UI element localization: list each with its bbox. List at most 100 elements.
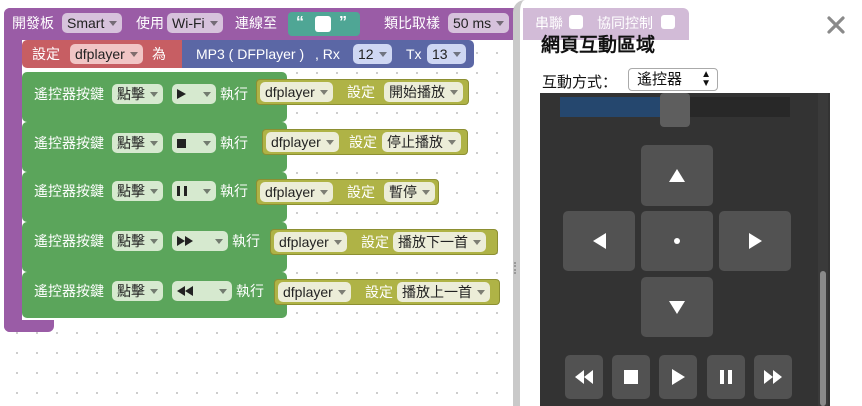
sampling-dropdown[interactable]: 50 ms (448, 13, 510, 33)
rx-label: , Rx (315, 46, 340, 62)
remote-button-block[interactable]: 遙控器按鍵 點擊 執行 (22, 222, 287, 272)
right-button[interactable] (719, 211, 791, 271)
tx-dropdown[interactable]: 13 (427, 44, 466, 64)
event-dropdown[interactable]: 點擊 (112, 84, 163, 104)
dfplayer-target-dropdown[interactable]: dfplayer (274, 232, 347, 252)
board-label: 開發板 (12, 15, 54, 31)
up-button[interactable] (641, 145, 713, 206)
rewind-button[interactable] (565, 355, 603, 399)
connect-label: 連線至 (235, 15, 277, 31)
slider-track[interactable] (560, 93, 790, 127)
right-arrow-icon (748, 233, 762, 249)
center-button[interactable] (641, 211, 713, 271)
text-string-block[interactable]: “ ” (288, 12, 360, 36)
pause-icon (720, 370, 732, 384)
remote-button-block[interactable]: 遙控器按鍵 點擊 執行 (22, 122, 287, 172)
remote-key-dropdown[interactable] (172, 84, 216, 104)
text-input[interactable] (315, 16, 331, 32)
remote-scrollbar-thumb[interactable] (820, 271, 826, 406)
rx-dropdown[interactable]: 12 (353, 44, 392, 64)
use-label: 使用 (136, 15, 164, 31)
down-button[interactable] (641, 277, 713, 337)
sync-checkbox[interactable] (661, 15, 675, 29)
quote-close: ” (339, 14, 347, 31)
exec-label: 執行 (220, 86, 248, 102)
sampling-label: 類比取樣 (384, 15, 440, 31)
web-interaction-panel: 串聯 協同控制 網頁互動區域 互動方式： 遙控器 ▲ ▼ (513, 0, 862, 406)
remote-label: 遙控器按鍵 (34, 135, 104, 151)
event-dropdown[interactable]: 點擊 (112, 231, 163, 251)
mode-select[interactable]: 遙控器 ▲ ▼ (628, 68, 718, 91)
rewind-icon (177, 286, 185, 296)
dfplayer-action-block[interactable]: dfplayer 設定 停止播放 (262, 129, 468, 155)
set-label: 設定 (349, 134, 377, 150)
as-label: 為 (152, 46, 166, 62)
set-label: 設定 (32, 46, 60, 62)
tx-label: Tx (406, 46, 422, 62)
remote-key-dropdown[interactable] (172, 281, 232, 301)
remote-key-dropdown[interactable] (172, 231, 228, 251)
dfplayer-target-dropdown[interactable]: dfplayer (266, 132, 339, 152)
event-dropdown[interactable]: 點擊 (112, 133, 163, 153)
dfplayer-action-block[interactable]: dfplayer 設定 暫停 (256, 179, 439, 205)
down-arrow-icon (669, 300, 685, 314)
fast-forward-icon (764, 370, 782, 384)
board-dropdown[interactable]: Smart (62, 13, 123, 33)
fast-forward-icon (177, 236, 185, 246)
dfplayer-action-block[interactable]: dfplayer 設定 播放下一首 (270, 229, 498, 255)
remote-button-block[interactable]: 遙控器按鍵 點擊 執行 (22, 272, 287, 318)
remote-key-dropdown[interactable] (172, 133, 216, 153)
set-label: 設定 (347, 84, 375, 100)
left-arrow-icon (592, 233, 606, 249)
remote-button-block[interactable]: 遙控器按鍵 點擊 執行 (22, 172, 287, 222)
action-dropdown[interactable]: 開始播放 (384, 82, 463, 102)
dfplayer-target-dropdown[interactable]: dfplayer (278, 282, 351, 302)
dfplayer-target-dropdown[interactable]: dfplayer (260, 82, 333, 102)
action-dropdown[interactable]: 播放下一首 (393, 232, 486, 252)
mode-select-value: 遙控器 (637, 71, 683, 88)
remote-body (540, 93, 830, 406)
action-dropdown[interactable]: 停止播放 (382, 132, 461, 152)
event-dropdown[interactable]: 點擊 (112, 281, 163, 301)
stop-button[interactable] (612, 355, 650, 399)
event-dropdown[interactable]: 點擊 (112, 181, 163, 201)
play-icon (671, 369, 685, 385)
remote-button-block[interactable]: 遙控器按鍵 點擊 執行 (22, 72, 287, 122)
set-label: 設定 (347, 184, 375, 200)
play-button[interactable] (659, 355, 697, 399)
stop-icon (177, 139, 186, 148)
variable-dropdown[interactable]: dfplayer (70, 44, 143, 64)
remote-key-dropdown[interactable] (172, 181, 216, 201)
rewind-icon (575, 370, 593, 384)
dfplayer-action-block[interactable]: dfplayer 設定 開始播放 (256, 79, 469, 105)
action-dropdown[interactable]: 播放上一首 (397, 282, 490, 302)
dfplayer-target-dropdown[interactable]: dfplayer (260, 182, 333, 202)
set-label: 設定 (365, 284, 393, 300)
left-button[interactable] (563, 211, 635, 271)
remote-scrollbar[interactable] (818, 93, 828, 406)
remote-label: 遙控器按鍵 (34, 86, 104, 102)
exec-label: 執行 (220, 135, 248, 151)
dfplayer-action-block[interactable]: dfplayer 設定 播放上一首 (274, 279, 500, 305)
stop-icon (624, 370, 638, 384)
set-variable-block[interactable]: 設定 dfplayer 為 (22, 40, 182, 68)
up-arrow-icon (669, 169, 685, 182)
remote-label: 遙控器按鍵 (34, 183, 104, 199)
exec-label: 執行 (236, 283, 264, 299)
slider-fill (560, 97, 660, 117)
fast-forward-button[interactable] (754, 355, 792, 399)
remote-label: 遙控器按鍵 (34, 283, 104, 299)
action-dropdown[interactable]: 暫停 (384, 182, 435, 202)
connection-dropdown[interactable]: Wi-Fi (167, 13, 223, 33)
pause-button[interactable] (707, 355, 745, 399)
slider-thumb[interactable] (660, 93, 690, 127)
mode-label: 互動方式： (542, 74, 618, 91)
close-icon[interactable] (825, 14, 847, 36)
blockly-workspace[interactable]: 開發板 Smart 使用 Wi-Fi 連線至 “ ” 類比取樣 50 ms 設定… (0, 0, 524, 406)
set-label: 設定 (361, 234, 389, 250)
serial-checkbox[interactable] (569, 15, 583, 29)
dfplayer-module-block[interactable]: MP3 ( DFPlayer ) , Rx 12 Tx 13 (182, 40, 474, 68)
center-dot-icon (674, 238, 680, 244)
exec-label: 執行 (232, 233, 260, 249)
resize-grip[interactable] (514, 262, 518, 274)
